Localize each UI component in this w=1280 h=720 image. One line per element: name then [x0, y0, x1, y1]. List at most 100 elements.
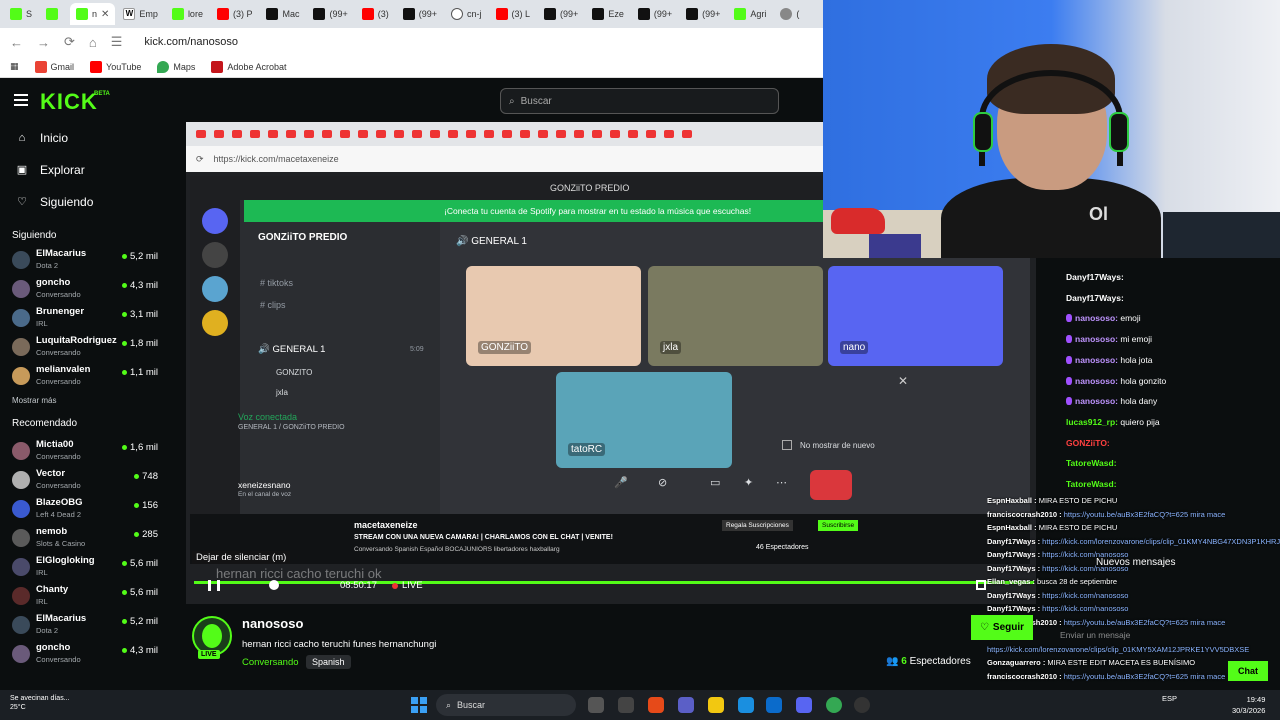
app-icon[interactable]	[618, 697, 634, 713]
chat-username[interactable]: nanososo:	[1075, 355, 1118, 365]
channel-item[interactable]: BlazeOBG Left 4 Dead 2 156	[0, 494, 186, 523]
chat-input[interactable]: Enviar un mensaje	[1060, 630, 1130, 640]
forward-icon[interactable]: →	[37, 35, 50, 50]
channel-item[interactable]: goncho Conversando 4,3 mil	[0, 639, 186, 668]
browser-tab[interactable]: cn-j	[445, 3, 488, 25]
channel-item[interactable]: nemob Slots & Casino 285	[0, 523, 186, 552]
progress-bar[interactable]	[194, 581, 1034, 584]
chat-username[interactable]: TatoreWasd:	[1066, 479, 1117, 489]
bookmark-maps[interactable]: Maps	[157, 60, 195, 73]
channel-item[interactable]: Vector Conversando 748	[0, 465, 186, 494]
browser-tab[interactable]: (99+	[680, 3, 726, 25]
new-messages-indicator[interactable]: Nuevos mensajes	[1096, 557, 1175, 568]
viewer-count: 5,6 mil	[130, 558, 158, 569]
store-icon[interactable]	[766, 697, 782, 713]
bookmark-youtube[interactable]: YouTube	[90, 60, 141, 73]
channel-item[interactable]: ElMacarius Dota 2 5,2 mil	[0, 610, 186, 639]
language-tag[interactable]: Spanish	[306, 655, 351, 669]
chat-username[interactable]: nanososo:	[1075, 376, 1118, 386]
channel-item[interactable]: goncho Conversando 4,3 mil	[0, 274, 186, 303]
nav-inicio[interactable]: ⌂ Inicio	[0, 122, 186, 154]
avatar	[12, 557, 30, 576]
fullscreen-icon[interactable]	[976, 580, 986, 590]
browser-tab[interactable]: W Emp	[117, 3, 164, 25]
browser-tab[interactable]: (3)	[356, 3, 395, 25]
nav-siguiendo[interactable]: ♡ Siguiendo	[0, 186, 186, 218]
bookmark-acrobat[interactable]: Adobe Acrobat	[211, 60, 286, 73]
file-explorer-icon[interactable]	[708, 697, 724, 713]
browser-tab[interactable]: n ✕	[70, 3, 116, 25]
back-icon[interactable]: ←	[10, 35, 23, 50]
browser-tab[interactable]: (99+	[538, 3, 584, 25]
chat-username[interactable]: Danyf17Ways:	[1066, 272, 1124, 282]
stream-category[interactable]: Conversando	[242, 657, 299, 668]
inner-tab-icon	[538, 130, 548, 138]
url-field[interactable]: kick.com/nanososo	[144, 36, 238, 48]
chat-button[interactable]: Chat	[1228, 661, 1268, 681]
home-icon[interactable]: ⌂	[89, 35, 97, 50]
search-placeholder: Buscar	[520, 95, 552, 107]
channel-item[interactable]: melianvalen Conversando 1,1 mil	[0, 361, 186, 390]
pause-button[interactable]	[208, 580, 220, 591]
obs-icon[interactable]	[854, 697, 870, 713]
dont-show-again[interactable]: No mostrar de nuevo	[782, 440, 875, 450]
close-icon[interactable]: ✕	[898, 374, 908, 388]
browser-tab[interactable]: (99+	[632, 3, 678, 25]
channel-item[interactable]: Brunenger IRL 3,1 mil	[0, 303, 186, 332]
nav-explorar[interactable]: ▣ Explorar	[0, 154, 186, 186]
show-more-button[interactable]: Mostrar más	[0, 390, 186, 416]
chat-username[interactable]: nanososo:	[1075, 313, 1118, 323]
clock-time: 19:49	[1246, 695, 1266, 704]
person-torso	[941, 178, 1161, 258]
follow-button[interactable]: ♡ Seguir	[971, 615, 1033, 640]
menu-icon[interactable]	[14, 94, 28, 106]
teams-icon[interactable]	[678, 697, 694, 713]
weather-widget[interactable]: Se avecinan días... 25°C	[10, 694, 70, 712]
channel-item[interactable]: LuquitaRodriguez Conversando 1,8 mil	[0, 332, 186, 361]
live-dot-icon	[122, 370, 128, 375]
search-input[interactable]: ⌕ Buscar	[500, 88, 779, 114]
browser-tab[interactable]	[40, 3, 68, 25]
site-info-icon[interactable]: ☰	[111, 34, 123, 50]
browser-tab[interactable]: Eze	[586, 3, 630, 25]
volume-slider[interactable]	[269, 580, 279, 590]
browser-tab[interactable]: (3) L	[490, 3, 537, 25]
chat-username[interactable]: Danyf17Ways:	[1066, 293, 1124, 303]
task-view-icon[interactable]	[588, 697, 604, 713]
taskbar-clock[interactable]: 19:49 30/3/2026	[1232, 694, 1265, 716]
sidebar: ⌂ Inicio ▣ Explorar ♡ Siguiendo Siguiendo E…	[0, 122, 186, 690]
browser-tab[interactable]: (99+	[397, 3, 443, 25]
browser-tab[interactable]: Mac	[260, 3, 305, 25]
chat-username[interactable]: nanososo:	[1075, 396, 1118, 406]
browser-tab[interactable]: lore	[166, 3, 209, 25]
browser-tab[interactable]: (	[774, 3, 805, 25]
streamer-name[interactable]: nanososo	[242, 616, 303, 631]
chat-username[interactable]: lucas912_rp:	[1066, 417, 1118, 427]
channel-item[interactable]: ElMacarius Dota 2 5,2 mil	[0, 245, 186, 274]
browser-tab[interactable]: (3) P	[211, 3, 259, 25]
tray-language[interactable]: ESP	[1162, 694, 1177, 703]
reload-icon[interactable]: ⟳	[64, 34, 75, 50]
apps-grid-icon[interactable]: ▦	[10, 61, 19, 72]
channel-item[interactable]: Mictiа00 Conversando 1,6 mil	[0, 436, 186, 465]
chrome-icon[interactable]	[826, 697, 842, 713]
chat-username[interactable]: GONZiiTO:	[1066, 438, 1110, 448]
channel-item[interactable]: Chanty IRL 5,6 mil	[0, 581, 186, 610]
heart-icon: ♡	[979, 622, 989, 633]
live-dot-icon	[134, 474, 140, 479]
close-tab-icon[interactable]: ✕	[101, 9, 109, 20]
channel-item[interactable]: ElGlogloking IRL 5,6 mil	[0, 552, 186, 581]
browser-tab[interactable]: Agri	[728, 3, 772, 25]
browser-tab[interactable]: (99+	[307, 3, 353, 25]
windows-start-icon[interactable]	[411, 697, 427, 713]
browser-tab[interactable]: S	[4, 3, 38, 25]
chat-username[interactable]: TatoreWasd:	[1066, 458, 1117, 468]
kick-logo[interactable]: KICK	[40, 89, 98, 115]
taskbar-search[interactable]: ⌕ Buscar	[436, 694, 576, 716]
copilot-icon[interactable]	[648, 697, 664, 713]
chat-username[interactable]: nanososo:	[1075, 334, 1118, 344]
discord-icon[interactable]	[796, 697, 812, 713]
chat-text: hola jota	[1117, 354, 1153, 365]
edge-icon[interactable]	[738, 697, 754, 713]
bookmark-gmail[interactable]: Gmail	[34, 60, 74, 73]
